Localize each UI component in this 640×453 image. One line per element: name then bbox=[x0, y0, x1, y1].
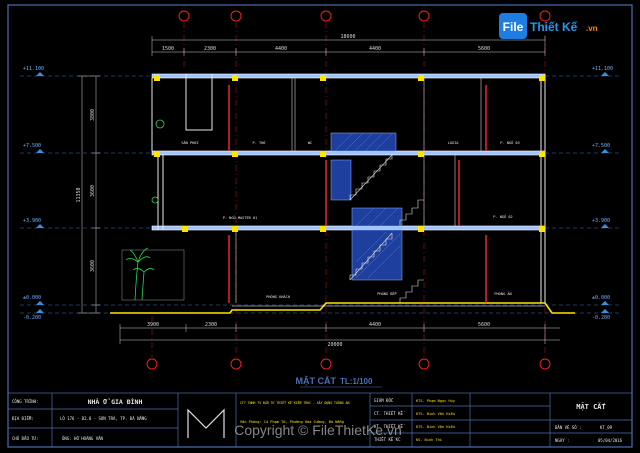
watermark: Copyright © FileThietKe.vn bbox=[234, 422, 402, 438]
site-logo[interactable]: File Thiết Kế .vn bbox=[499, 13, 598, 39]
level-left-0: +11.100 bbox=[23, 66, 44, 72]
level-markers-right bbox=[601, 72, 609, 313]
role-label-1: CT. THIẾT KẾ bbox=[374, 411, 405, 416]
dim-top-seg-1: 2300 bbox=[204, 46, 216, 52]
axis-markers-bottom bbox=[146, 358, 551, 370]
location-value: LÔ 176 - B2.8 - SƠN TRÀ, TP. ĐÀ NẴNG bbox=[60, 416, 147, 421]
dim-top-seg-3: 4400 bbox=[369, 46, 381, 52]
name-value-2: KTS. Đinh Văn Hiếu bbox=[416, 425, 455, 429]
room-label-3: LOGIA bbox=[448, 141, 460, 145]
level-left-3: ±0.000 bbox=[23, 295, 41, 301]
room-label-4: P. NGỦ 03 bbox=[500, 140, 519, 145]
owner-value: ÔNG: HỒ HOÀNG VĂN bbox=[62, 436, 104, 441]
room-label-5: P. NGỦ MASTER 01 bbox=[223, 215, 258, 220]
planter-box bbox=[121, 249, 185, 301]
dim-top-seg-4: 5600 bbox=[478, 46, 490, 52]
role-label-0: GIÁM ĐỐC bbox=[374, 398, 394, 403]
dim-side-seg-0: 3800 bbox=[90, 109, 96, 121]
level-left-1: +7.500 bbox=[23, 143, 41, 149]
date-value: 05/04/2016 bbox=[598, 438, 623, 443]
owner-label: CHỦ ĐẦU TƯ: bbox=[12, 436, 39, 441]
level-markers-left bbox=[36, 72, 44, 313]
project-label: CÔNG TRÌNH: bbox=[12, 399, 39, 404]
level-left-2: +3.900 bbox=[23, 218, 41, 224]
level-right-4: -0.200 bbox=[592, 315, 610, 321]
dimension-bottom bbox=[119, 324, 560, 344]
dim-side-seg-2: 3600 bbox=[90, 260, 96, 272]
dim-bottom-seg-0: 3900 bbox=[147, 322, 159, 328]
dimension-side-labels: 11350 3800 3600 3600 bbox=[76, 109, 96, 272]
cad-drawing-canvas: +11.100 +7.500 +3.900 ±0.000 -0.200 +11.… bbox=[7, 4, 633, 448]
company-line-1: CTY TNHH TV ĐẦU TƯ THIẾT KẾ KIẾN TRÚC - … bbox=[240, 400, 349, 405]
logo-text-domain: .vn bbox=[586, 24, 598, 33]
room-label-9: PHÒNG ĂN bbox=[494, 291, 511, 296]
level-lines bbox=[20, 75, 620, 314]
level-right-3: ±0.000 bbox=[592, 295, 610, 301]
dim-bottom-total: 20000 bbox=[327, 342, 342, 348]
level-right-2: +3.900 bbox=[592, 218, 610, 224]
room-label-2: WC bbox=[308, 141, 312, 145]
dim-bottom-seg-3: 5600 bbox=[478, 322, 490, 328]
level-labels-left: +11.100 +7.500 +3.900 ±0.000 -0.200 bbox=[23, 66, 44, 321]
sheet-title: MẶT CẮT bbox=[576, 402, 606, 411]
dim-top-seg-0: 1500 bbox=[162, 46, 174, 52]
dim-top-total: 18600 bbox=[340, 34, 355, 40]
project-name: NHÀ Ở GIA ĐÌNH bbox=[88, 397, 143, 406]
title-block-mark bbox=[187, 408, 225, 438]
logo-text-file: File bbox=[503, 20, 524, 34]
room-label-0: SÂN PHƠI bbox=[181, 140, 198, 145]
dim-bottom-seg-1: 2300 bbox=[205, 322, 217, 328]
name-value-1: KTS. Đinh Văn Hiếu bbox=[416, 412, 455, 416]
dim-top-seg-2: 4400 bbox=[275, 46, 287, 52]
level-right-0: +11.100 bbox=[592, 66, 613, 72]
location-label: ĐỊA ĐIỂM: bbox=[12, 416, 34, 421]
room-label-6: P. NGỦ 02 bbox=[493, 214, 512, 219]
dim-side-total: 11350 bbox=[76, 187, 82, 202]
level-labels-right: +11.100 +7.500 +3.900 ±0.000 -0.200 bbox=[592, 66, 613, 321]
date-label: NGÀY : bbox=[555, 438, 569, 443]
sheet-no: KT_09 bbox=[600, 425, 613, 430]
sheet-no-label: BẢN VẼ SỐ : bbox=[555, 425, 582, 430]
ground-line bbox=[110, 302, 575, 314]
drawing-title: MẶT CẮT bbox=[296, 376, 337, 386]
room-label-1: P. THỜ bbox=[253, 140, 267, 145]
level-right-1: +7.500 bbox=[592, 143, 610, 149]
room-label-8: PHÒNG BẾP bbox=[377, 291, 396, 296]
level-left-4: -0.200 bbox=[23, 315, 41, 321]
name-value-3: KS. Đinh Thi bbox=[416, 438, 442, 442]
drawing-scale: TL:1/100 bbox=[340, 377, 373, 386]
dim-bottom-seg-2: 4400 bbox=[369, 322, 381, 328]
dimension-bottom-labels: 3900 2300 4400 5600 20000 bbox=[147, 322, 490, 348]
logo-text-thietke: Thiết Kế bbox=[530, 20, 578, 34]
room-label-7: PHÒNG KHÁCH bbox=[266, 294, 290, 299]
dim-side-seg-1: 3600 bbox=[90, 185, 96, 197]
axis-markers-top bbox=[178, 10, 551, 22]
name-value-0: KTS. Phạm Ngọc Huy bbox=[416, 399, 456, 403]
